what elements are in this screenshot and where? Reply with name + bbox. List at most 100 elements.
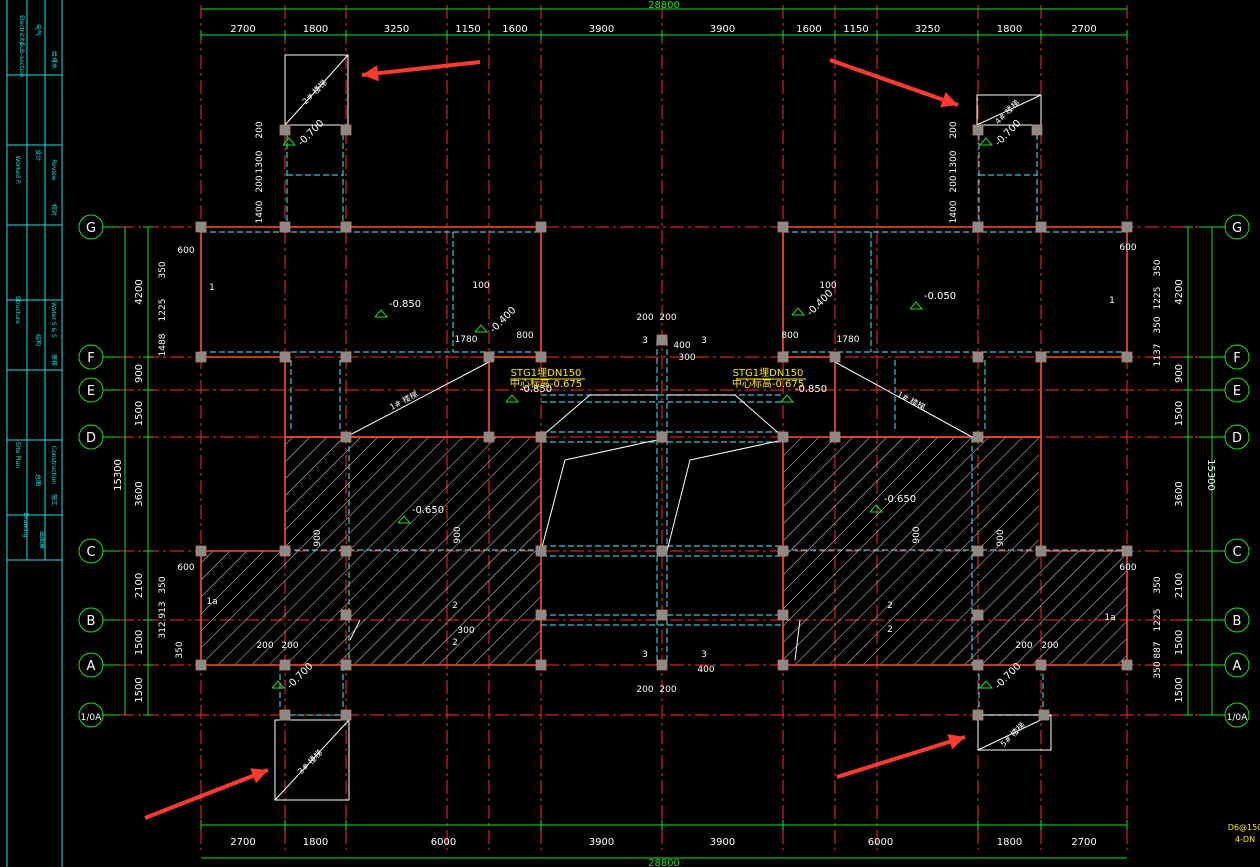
title-block-text: 结构: [34, 334, 42, 346]
note-text: 600: [177, 246, 194, 256]
dimension-text: 1500: [134, 401, 145, 426]
hatched-slab: [783, 551, 1127, 665]
column: [195, 221, 207, 233]
column: [340, 659, 352, 671]
axis-label: D: [86, 431, 96, 446]
column: [279, 124, 291, 136]
ramp-line: [689, 439, 784, 461]
title-block-text: Water S & S: [50, 302, 57, 338]
note-text: 1a: [1104, 613, 1115, 623]
column: [656, 431, 668, 443]
column: [279, 659, 291, 671]
note-text: 3: [642, 336, 648, 346]
dimension-text: 1500: [134, 630, 145, 655]
note-text: 600: [1119, 243, 1136, 253]
level-text: -0.400: [805, 288, 836, 319]
highlight-arrow: [829, 58, 959, 107]
axis-label: 1/0A: [81, 713, 102, 723]
dimension-text: 2700: [1071, 837, 1096, 848]
dimension-text: 350: [1153, 661, 1163, 678]
column: [777, 431, 789, 443]
dimension-text: 350: [158, 261, 168, 278]
title-block-text: Sub-section: [18, 42, 25, 77]
level-text: -0.850: [389, 299, 421, 310]
dimension-text: 887: [1153, 641, 1163, 658]
highlight-arrow: [361, 60, 481, 77]
note-text: 400: [673, 341, 690, 351]
wall-outline: [200, 226, 542, 438]
stair-label: 5# 楼梯: [998, 720, 1027, 749]
note-text: 1400: [255, 200, 265, 223]
column: [535, 221, 547, 233]
dimension-text: 1800: [997, 24, 1022, 35]
dimension-text: 1225: [158, 299, 168, 322]
column: [1121, 545, 1133, 557]
note-text: 2: [887, 625, 893, 635]
dimension-text: 1800: [303, 24, 328, 35]
column: [340, 221, 352, 233]
column: [777, 545, 789, 557]
column: [279, 221, 291, 233]
axis-label: C: [1232, 545, 1241, 560]
axis-label: C: [86, 545, 95, 560]
dimension-text: 1488: [158, 333, 168, 356]
column: [195, 659, 207, 671]
column: [1038, 709, 1050, 721]
column: [195, 351, 207, 363]
note-text: 200: [1015, 641, 1032, 651]
title-block-text: 审核: [50, 354, 58, 366]
dimension-text: 3250: [384, 24, 409, 35]
corner-note: D6@150: [1228, 823, 1260, 832]
note-text: 300: [678, 353, 695, 363]
axis-label: A: [1233, 659, 1242, 674]
column: [972, 709, 984, 721]
note-text: 600: [1119, 563, 1136, 573]
title-block-text: 给排水: [50, 51, 58, 69]
note-text: 200: [255, 121, 265, 138]
title-block-text: 设计: [34, 149, 42, 161]
note-text: 1: [1109, 296, 1115, 306]
level-text: -0.650: [884, 494, 916, 505]
level-text: -0.400: [488, 305, 519, 336]
column: [1121, 351, 1133, 363]
hatched-slab: [201, 551, 541, 665]
dimension-text: 3900: [710, 24, 735, 35]
level-marker: [791, 307, 806, 316]
dimension-text: 3900: [589, 837, 614, 848]
note-text: 200: [1041, 641, 1058, 651]
title-block-text: Site Plan: [14, 442, 21, 468]
dimension-text: 900: [134, 364, 145, 383]
note-text: 900: [313, 529, 323, 546]
dimension-total: 28800: [648, 0, 680, 11]
level-text: -0.700: [296, 118, 327, 149]
dimension-text: 1800: [997, 837, 1022, 848]
column: [1121, 659, 1133, 671]
dimension-text: 350: [1153, 259, 1163, 276]
note-text: 1780: [837, 335, 860, 345]
axis-label: B: [1233, 614, 1242, 629]
note-text: 400: [697, 665, 714, 675]
note-text: 1300: [949, 150, 959, 173]
axis-label: A: [87, 659, 96, 674]
title-block-text: Worked P.: [14, 156, 21, 185]
column: [972, 545, 984, 557]
dimension-text: 1225: [1153, 287, 1163, 310]
dimension-text: 1150: [455, 24, 480, 35]
level-marker: [505, 394, 520, 403]
column: [829, 351, 841, 363]
note-text: 900: [453, 526, 463, 543]
column: [279, 545, 291, 557]
dimension-text: 6000: [868, 837, 893, 848]
dimension-text: 1500: [1174, 630, 1185, 655]
level-marker: [271, 680, 286, 689]
note-text: 200: [949, 121, 959, 138]
note-text: 800: [516, 331, 533, 341]
ramp-line: [564, 439, 658, 461]
column: [279, 709, 291, 721]
column: [195, 545, 207, 557]
note-text: 3: [701, 650, 707, 660]
column: [829, 431, 841, 443]
stair-label: 1# 楼梯: [388, 389, 419, 412]
dimension-text: 3900: [710, 837, 735, 848]
title-block-text: Construction: [50, 446, 57, 484]
